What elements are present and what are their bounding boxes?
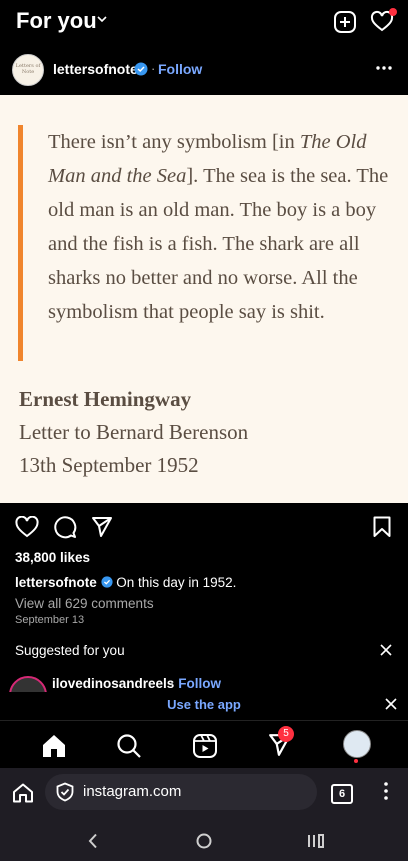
browser-toolbar: instagram.com 6	[0, 768, 408, 818]
dot-separator: ·	[170, 676, 175, 691]
create-post-icon[interactable]	[333, 10, 357, 34]
save-bookmark-icon[interactable]	[373, 516, 391, 538]
quote-part-1: There isn’t any symbolism [in	[48, 131, 300, 153]
back-icon[interactable]	[87, 833, 99, 849]
address-bar[interactable]: instagram.com	[45, 774, 317, 810]
quote-bar	[18, 125, 23, 361]
verified-badge-icon	[134, 62, 148, 76]
browser-home-icon[interactable]	[12, 783, 34, 803]
avatar[interactable]: Letters of Note	[12, 54, 44, 86]
system-navigation-bar	[0, 818, 408, 861]
like-heart-icon[interactable]	[15, 516, 39, 538]
home-icon[interactable]	[41, 733, 67, 759]
view-comments-link[interactable]: View all 629 comments	[15, 596, 154, 611]
post-caption: lettersofnote On this day in 1952.	[15, 575, 236, 590]
quote-date: 13th September 1952	[19, 453, 199, 477]
dot-separator: ·	[151, 61, 156, 76]
quote-author: Ernest Hemingway	[19, 387, 192, 411]
post-actions	[0, 513, 408, 541]
bottom-tab-bar: 5	[0, 720, 408, 769]
suggested-follow-button[interactable]: · Follow	[170, 676, 221, 691]
top-bar: For you	[0, 0, 408, 44]
quote-part-2: ]. The sea is the sea. The old man is an…	[48, 165, 389, 323]
close-icon[interactable]	[380, 644, 392, 656]
tab-switcher-button[interactable]: 6	[331, 784, 353, 804]
follow-button[interactable]: Follow	[158, 61, 202, 77]
use-app-banner: Use the app	[0, 692, 408, 718]
caption-text: On this day in 1952.	[116, 575, 237, 590]
post-date: September 13	[15, 614, 85, 626]
profile-avatar[interactable]	[343, 730, 371, 758]
follow-label: Follow	[178, 676, 222, 691]
feed-title[interactable]: For you	[16, 8, 97, 34]
quote-text: There isn’t any symbolism [in The Old Ma…	[48, 125, 398, 329]
close-icon[interactable]	[385, 698, 397, 710]
more-options-icon[interactable]	[376, 66, 392, 70]
avatar-logo-text: Letters of Note	[15, 63, 41, 75]
verified-badge-icon	[100, 576, 113, 588]
post-image[interactable]: There isn’t any symbolism [in The Old Ma…	[0, 95, 408, 503]
url-text[interactable]: instagram.com	[83, 783, 181, 800]
home-circle-icon[interactable]	[196, 833, 212, 849]
message-count-badge: 5	[278, 726, 294, 742]
search-icon[interactable]	[116, 733, 142, 759]
reels-icon[interactable]	[192, 733, 218, 759]
comment-icon[interactable]	[53, 515, 77, 539]
likes-count[interactable]: 38,800 likes	[15, 550, 90, 565]
post-header: Letters of Note lettersofnote · Follow	[0, 44, 408, 95]
direct-messages-button[interactable]: 5	[268, 726, 294, 759]
notification-dot	[389, 8, 397, 16]
caption-username[interactable]: lettersofnote	[15, 575, 97, 590]
suggested-title: Suggested for you	[15, 643, 125, 658]
recent-apps-icon[interactable]	[307, 833, 325, 849]
browser-menu-icon[interactable]	[384, 782, 388, 800]
use-the-app-link[interactable]: Use the app	[0, 697, 408, 712]
quote-source: Letter to Bernard Berenson	[19, 420, 249, 444]
share-send-icon[interactable]	[91, 516, 113, 538]
suggested-account-row[interactable]: ilovedinosandreels · Follow	[0, 676, 408, 692]
chevron-down-icon[interactable]	[97, 14, 107, 24]
avatar[interactable]	[9, 676, 47, 692]
post-username[interactable]: lettersofnote	[53, 61, 138, 77]
notifications-button[interactable]	[370, 8, 397, 34]
profile-notification-dot	[354, 759, 358, 763]
secure-shield-icon[interactable]	[55, 782, 75, 802]
suggested-username[interactable]: ilovedinosandreels	[52, 676, 174, 691]
